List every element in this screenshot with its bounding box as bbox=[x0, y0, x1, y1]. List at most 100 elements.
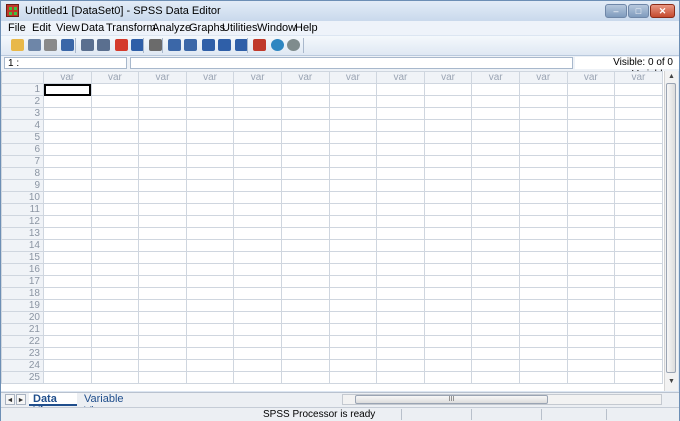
data-cell[interactable] bbox=[614, 263, 663, 276]
data-cell[interactable] bbox=[280, 131, 330, 144]
data-cell[interactable] bbox=[328, 263, 378, 276]
data-cell[interactable] bbox=[328, 251, 378, 264]
vertical-scroll-thumb[interactable] bbox=[666, 83, 676, 373]
data-cell[interactable] bbox=[233, 287, 282, 300]
data-cell[interactable] bbox=[423, 155, 473, 168]
row-header[interactable]: 3 bbox=[1, 107, 44, 120]
data-cell[interactable] bbox=[280, 155, 330, 168]
print-icon[interactable] bbox=[44, 39, 57, 51]
data-cell[interactable] bbox=[233, 95, 282, 108]
data-cell[interactable] bbox=[233, 215, 282, 228]
data-cell[interactable] bbox=[43, 203, 92, 216]
data-cell[interactable] bbox=[138, 299, 187, 312]
data-cell[interactable] bbox=[43, 251, 92, 264]
data-cell[interactable] bbox=[328, 119, 378, 132]
data-cell[interactable] bbox=[280, 179, 330, 192]
data-cell[interactable] bbox=[90, 275, 140, 288]
data-cell[interactable] bbox=[138, 323, 187, 336]
menu-view[interactable]: View bbox=[56, 22, 80, 34]
data-cell[interactable] bbox=[138, 227, 187, 240]
data-cell[interactable] bbox=[280, 227, 330, 240]
data-cell[interactable] bbox=[423, 167, 473, 180]
row-header[interactable]: 16 bbox=[1, 263, 44, 276]
data-cell[interactable] bbox=[614, 215, 663, 228]
data-cell[interactable] bbox=[471, 143, 520, 156]
data-cell[interactable] bbox=[614, 311, 663, 324]
data-cell[interactable] bbox=[90, 371, 140, 384]
data-cell[interactable] bbox=[138, 251, 187, 264]
data-cell[interactable] bbox=[376, 299, 425, 312]
data-cell[interactable] bbox=[185, 359, 235, 372]
data-cell[interactable] bbox=[566, 203, 616, 216]
data-cell[interactable] bbox=[233, 251, 282, 264]
data-cell[interactable] bbox=[185, 215, 235, 228]
data-cell[interactable] bbox=[43, 143, 92, 156]
data-cell[interactable] bbox=[43, 95, 92, 108]
data-cell[interactable] bbox=[43, 119, 92, 132]
data-cell[interactable] bbox=[328, 347, 378, 360]
data-cell[interactable] bbox=[138, 131, 187, 144]
data-cell[interactable] bbox=[471, 215, 520, 228]
data-cell[interactable] bbox=[43, 167, 92, 180]
data-cell[interactable] bbox=[376, 359, 425, 372]
data-cell[interactable] bbox=[376, 239, 425, 252]
data-cell[interactable] bbox=[376, 311, 425, 324]
data-cell[interactable] bbox=[376, 191, 425, 204]
data-cell[interactable] bbox=[233, 119, 282, 132]
data-cell[interactable] bbox=[566, 131, 616, 144]
data-cell[interactable] bbox=[471, 83, 520, 96]
goto-case-icon[interactable] bbox=[115, 39, 128, 51]
data-cell[interactable] bbox=[471, 191, 520, 204]
show-all-variables-icon[interactable] bbox=[287, 39, 300, 51]
menu-analyze[interactable]: Analyze bbox=[152, 22, 191, 34]
data-cell[interactable] bbox=[328, 95, 378, 108]
data-cell[interactable] bbox=[566, 227, 616, 240]
tab-scroll-left-icon[interactable]: ◄ bbox=[5, 394, 15, 405]
row-header[interactable]: 24 bbox=[1, 359, 44, 372]
data-cell[interactable] bbox=[518, 107, 568, 120]
data-cell[interactable] bbox=[518, 323, 568, 336]
data-cell[interactable] bbox=[614, 335, 663, 348]
data-cell[interactable] bbox=[423, 239, 473, 252]
data-cell[interactable] bbox=[43, 239, 92, 252]
column-header[interactable]: var bbox=[614, 71, 663, 84]
data-cell[interactable] bbox=[566, 251, 616, 264]
insert-cases-icon[interactable] bbox=[168, 39, 181, 51]
data-cell[interactable] bbox=[614, 203, 663, 216]
data-cell[interactable] bbox=[423, 107, 473, 120]
menu-help[interactable]: Help bbox=[295, 22, 318, 34]
data-cell[interactable] bbox=[518, 251, 568, 264]
data-cell[interactable] bbox=[471, 275, 520, 288]
data-cell[interactable] bbox=[328, 323, 378, 336]
minimize-button[interactable]: – bbox=[605, 4, 627, 18]
data-cell[interactable] bbox=[233, 371, 282, 384]
data-cell[interactable] bbox=[614, 287, 663, 300]
data-cell[interactable] bbox=[138, 287, 187, 300]
row-header[interactable]: 10 bbox=[1, 191, 44, 204]
data-cell[interactable] bbox=[185, 143, 235, 156]
row-header[interactable]: 14 bbox=[1, 239, 44, 252]
data-cell[interactable] bbox=[614, 191, 663, 204]
data-cell[interactable] bbox=[43, 191, 92, 204]
data-cell[interactable] bbox=[376, 335, 425, 348]
row-header[interactable]: 19 bbox=[1, 299, 44, 312]
data-cell[interactable] bbox=[43, 107, 92, 120]
data-cell[interactable] bbox=[328, 143, 378, 156]
cell-reference[interactable]: 1 : bbox=[4, 57, 127, 69]
data-cell[interactable] bbox=[471, 299, 520, 312]
data-cell[interactable] bbox=[566, 143, 616, 156]
data-cell[interactable] bbox=[233, 275, 282, 288]
column-header[interactable]: var bbox=[138, 71, 187, 84]
data-cell[interactable] bbox=[376, 155, 425, 168]
data-cell[interactable] bbox=[423, 179, 473, 192]
column-header[interactable]: var bbox=[185, 71, 235, 84]
data-cell[interactable] bbox=[566, 167, 616, 180]
data-cell[interactable] bbox=[471, 335, 520, 348]
data-cell[interactable] bbox=[280, 107, 330, 120]
data-cell[interactable] bbox=[423, 143, 473, 156]
data-cell[interactable] bbox=[138, 275, 187, 288]
data-cell[interactable] bbox=[614, 83, 663, 96]
data-cell[interactable] bbox=[280, 335, 330, 348]
data-cell[interactable] bbox=[90, 323, 140, 336]
data-cell[interactable] bbox=[328, 191, 378, 204]
